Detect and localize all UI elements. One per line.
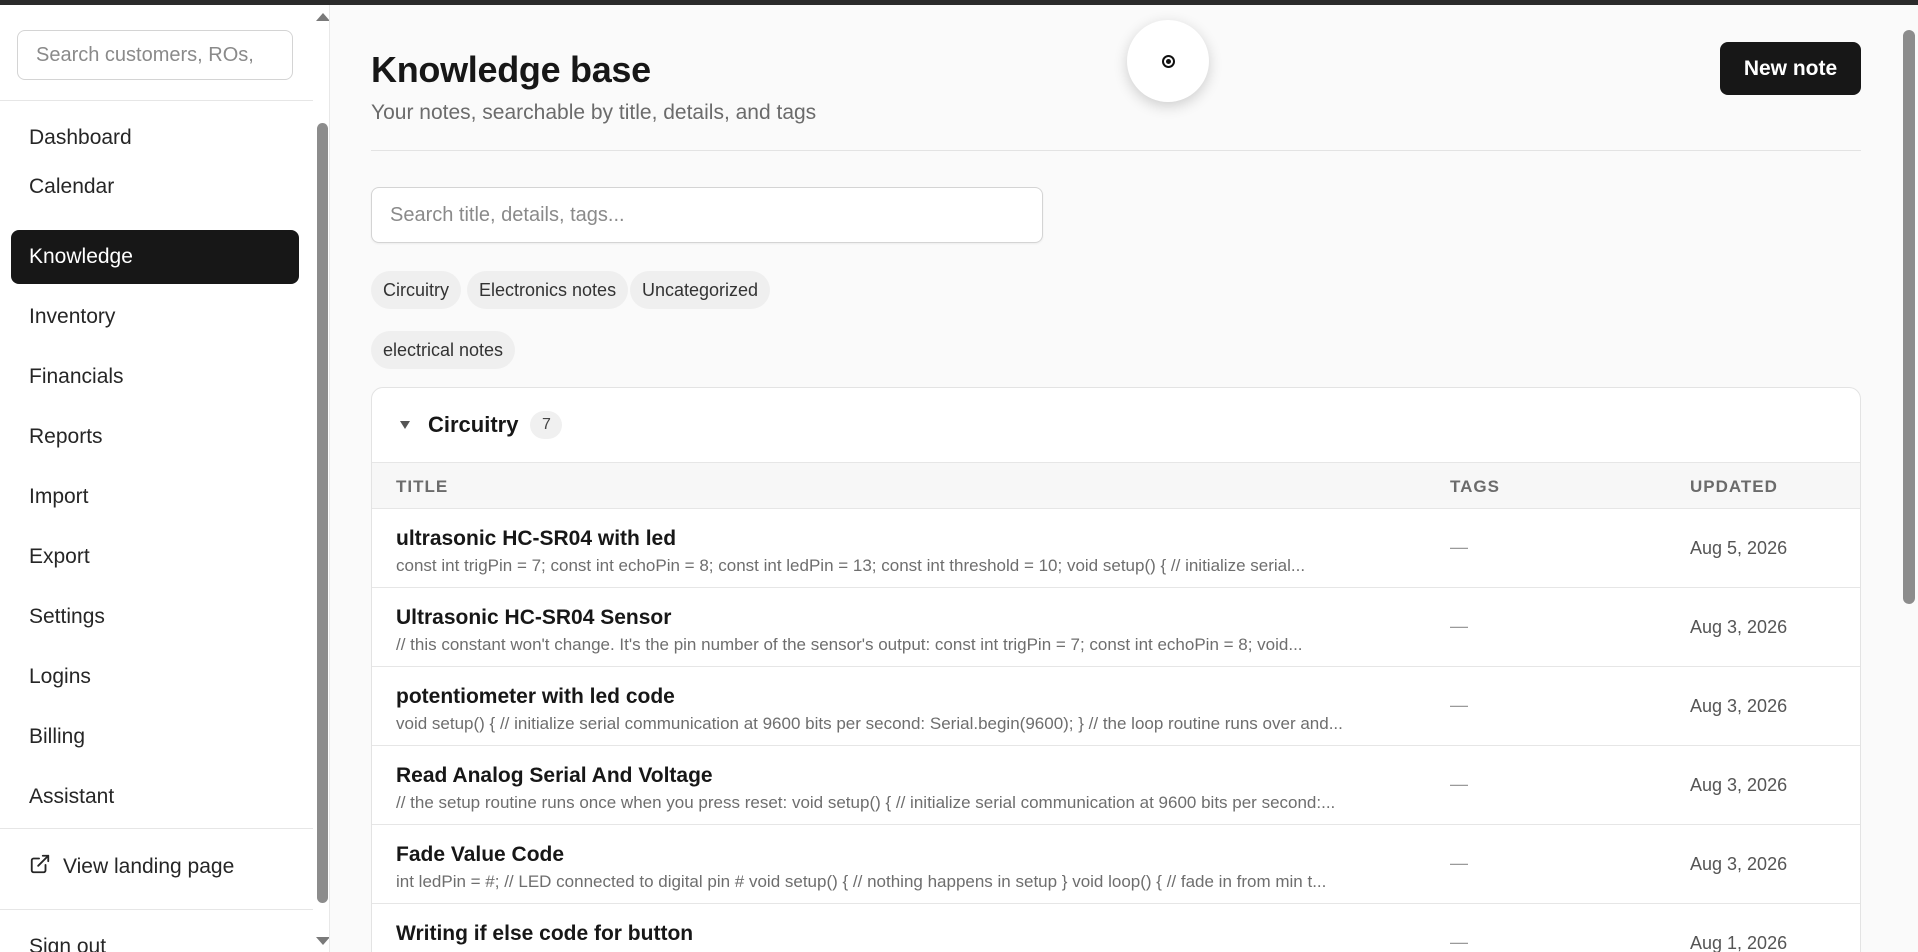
header-divider — [371, 150, 1861, 151]
sidebar: Dashboard Calendar Knowledge Inventory F… — [0, 5, 330, 952]
note-updated: Aug 5, 2026 — [1690, 538, 1788, 558]
note-tags: — — [1450, 932, 1468, 952]
sidebar-item-dashboard[interactable]: Dashboard — [11, 111, 299, 165]
note-tags: — — [1450, 695, 1468, 715]
note-tags: — — [1450, 853, 1468, 873]
page-subtitle: Your notes, searchable by title, details… — [371, 101, 817, 124]
note-updated: Aug 3, 2026 — [1690, 775, 1788, 795]
new-note-button[interactable]: New note — [1720, 42, 1861, 95]
landing-link-label: View landing page — [63, 855, 235, 878]
group-header[interactable]: Circuitry 7 — [372, 388, 1860, 462]
sidebar-item-financials[interactable]: Financials — [11, 350, 299, 404]
note-updated: Aug 3, 2026 — [1690, 854, 1788, 874]
note-updated: Aug 3, 2026 — [1690, 617, 1788, 637]
external-link-icon — [29, 853, 51, 881]
scroll-up-arrow-icon[interactable] — [316, 13, 329, 21]
sidebar-item-export[interactable]: Export — [11, 530, 299, 584]
sidebar-item-inventory[interactable]: Inventory — [11, 290, 299, 344]
tag-filter-chip[interactable]: electrical notes — [371, 331, 516, 369]
tag-filter-chip[interactable]: Circuitry — [371, 271, 461, 309]
table-row[interactable]: Fade Value Code int ledPin = #; // LED c… — [372, 825, 1860, 904]
page-title: Knowledge base — [371, 49, 651, 90]
sidebar-item-knowledge[interactable]: Knowledge — [11, 230, 299, 284]
sidebar-item-import[interactable]: Import — [11, 470, 299, 524]
sidebar-item-calendar[interactable]: Calendar — [11, 160, 299, 214]
sidebar-item-logins[interactable]: Logins — [11, 650, 299, 704]
main-content: Knowledge base Your notes, searchable by… — [331, 5, 1901, 952]
sidebar-scrollbar-thumb[interactable] — [317, 123, 328, 903]
note-snippet: void setup() { // initialize serial comm… — [396, 714, 1343, 733]
table-row[interactable]: Ultrasonic HC-SR04 Sensor // this consta… — [372, 588, 1860, 667]
note-tags: — — [1450, 616, 1468, 636]
main-scrollbar-thumb[interactable] — [1903, 30, 1915, 604]
triangle-down-icon — [400, 421, 410, 429]
tag-filter-chip[interactable]: Uncategorized — [630, 271, 771, 309]
note-title: Fade Value Code — [396, 843, 565, 866]
table-row[interactable]: Read Analog Serial And Voltage // the se… — [372, 746, 1860, 825]
note-title: Read Analog Serial And Voltage — [396, 764, 713, 787]
note-title: potentiometer with led code — [396, 685, 675, 708]
table-header: TITLE TAGS UPDATED — [372, 462, 1860, 509]
note-group-circuitry: Circuitry 7 TITLE TAGS UPDATED ultrasoni… — [371, 387, 1861, 952]
sidebar-item-assistant[interactable]: Assistant — [11, 770, 299, 824]
note-tags: — — [1450, 537, 1468, 557]
sidebar-divider — [0, 828, 313, 829]
table-row[interactable]: potentiometer with led code void setup()… — [372, 667, 1860, 746]
note-title: Writing if else code for button — [396, 922, 694, 945]
column-header-title: TITLE — [396, 477, 449, 496]
note-snippet: const int trigPin = 7; const int echoPin… — [396, 556, 1306, 575]
note-snippet: // this constant won't change. It's the … — [396, 635, 1303, 654]
note-snippet: int ledPin = #; // LED connected to digi… — [396, 872, 1327, 891]
sidebar-divider — [0, 100, 313, 101]
column-header-updated: UPDATED — [1690, 477, 1778, 496]
sign-out-button[interactable]: Sign out — [29, 935, 106, 952]
view-landing-page-link[interactable]: View landing page — [29, 853, 234, 881]
tag-filter-chip[interactable]: Electronics notes — [467, 271, 629, 309]
record-icon — [1161, 54, 1175, 68]
knowledge-search-input[interactable] — [371, 187, 1043, 243]
note-tags: — — [1450, 774, 1468, 794]
note-title: Ultrasonic HC-SR04 Sensor — [396, 606, 672, 629]
assistant-floating-button[interactable] — [1127, 20, 1209, 102]
sidebar-search-input[interactable] — [17, 30, 293, 80]
column-header-tags: TAGS — [1450, 477, 1500, 496]
note-snippet: // the setup routine runs once when you … — [396, 793, 1336, 812]
table-row[interactable]: ultrasonic HC-SR04 with led const int tr… — [372, 509, 1860, 588]
group-count-badge: 7 — [530, 411, 563, 439]
note-updated: Aug 3, 2026 — [1690, 696, 1788, 716]
note-title: ultrasonic HC-SR04 with led — [396, 527, 677, 550]
table-row[interactable]: Writing if else code for button — Aug 1,… — [372, 904, 1860, 952]
group-title: Circuitry — [428, 412, 519, 437]
sidebar-divider — [0, 909, 313, 910]
note-updated: Aug 1, 2026 — [1690, 933, 1788, 952]
scroll-down-arrow-icon[interactable] — [316, 937, 329, 945]
sidebar-item-reports[interactable]: Reports — [11, 410, 299, 464]
sidebar-item-billing[interactable]: Billing — [11, 710, 299, 764]
sidebar-item-settings[interactable]: Settings — [11, 590, 299, 644]
